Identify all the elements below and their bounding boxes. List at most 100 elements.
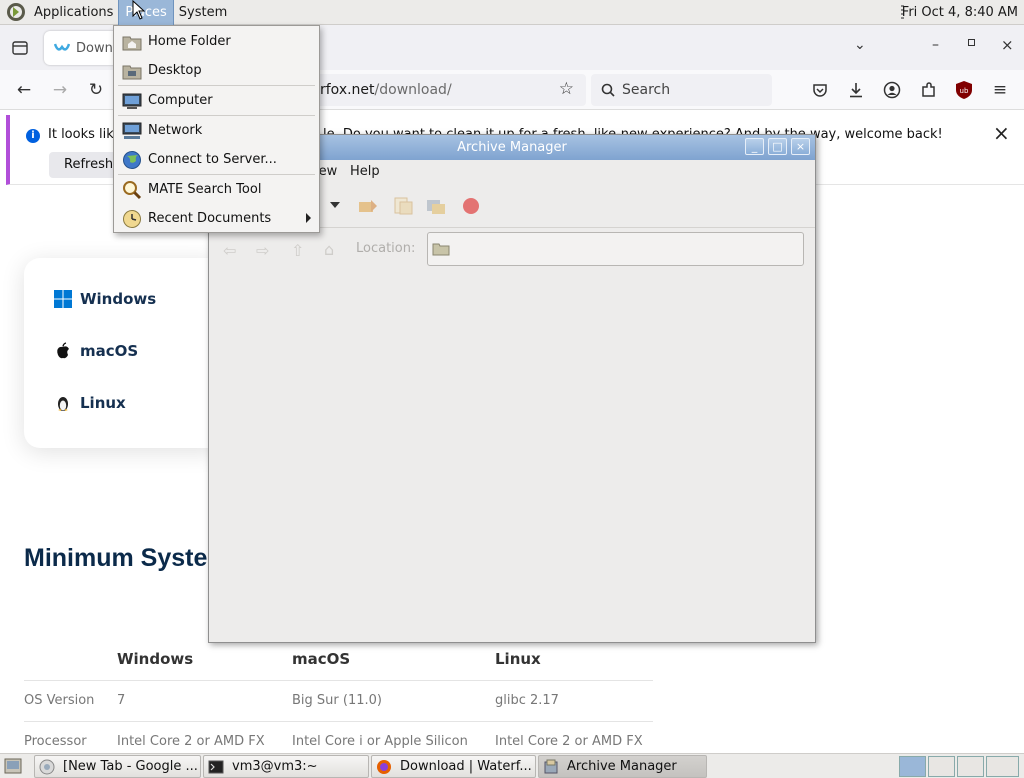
- desktop-folder-icon: [122, 65, 142, 79]
- task-new-tab-chrome[interactable]: [New Tab - Google ...: [34, 755, 201, 778]
- account-icon[interactable]: [883, 81, 901, 99]
- list-tabs-chevron-icon[interactable]: ⌄: [854, 37, 866, 53]
- menu-item-recent-documents[interactable]: Recent Documents: [114, 204, 319, 233]
- task-archive-manager[interactable]: Archive Manager: [538, 755, 707, 778]
- location-bar: ⇦ ⇨ ⇧ ⌂ Location:: [209, 228, 815, 270]
- menu-item-mate-search-tool[interactable]: MATE Search Tool: [114, 175, 319, 204]
- url-bar[interactable]: rfox.net/download/ ☆: [300, 74, 586, 106]
- close-notification-icon[interactable]: ×: [993, 121, 1010, 145]
- tux-logo-icon: [58, 397, 68, 411]
- menu-item-computer[interactable]: Computer: [114, 86, 319, 115]
- table-cell: Intel Core 2 or AMD FX: [117, 734, 265, 749]
- maximize-button[interactable]: [968, 39, 975, 46]
- mouse-cursor-icon: [132, 0, 146, 20]
- location-label: Location:: [356, 241, 416, 256]
- places-menu[interactable]: Places: [118, 0, 174, 26]
- waterfox-favicon-icon: [54, 43, 70, 51]
- section-title: Minimum Syste: [24, 544, 208, 572]
- hamburger-menu-icon[interactable]: ≡: [990, 80, 1010, 100]
- back-arrow-icon[interactable]: ⇦: [223, 241, 236, 260]
- reload-button[interactable]: ↻: [86, 80, 106, 100]
- svg-text:ub: ub: [960, 87, 969, 95]
- table-row-label: OS Version: [24, 693, 95, 708]
- am-minimize-button[interactable]: _: [745, 138, 764, 155]
- places-dropdown-menu: Home Folder Desktop Computer Network Con…: [113, 25, 320, 233]
- close-window-button[interactable]: ×: [1001, 36, 1014, 54]
- am-close-button[interactable]: ×: [791, 138, 810, 155]
- menu-help[interactable]: Help: [350, 164, 380, 179]
- table-cell: Big Sur (11.0): [292, 693, 382, 708]
- info-icon: i: [26, 129, 40, 143]
- globe-icon: [123, 150, 141, 169]
- menu-item-home-folder[interactable]: Home Folder: [114, 27, 319, 56]
- location-input[interactable]: [427, 232, 804, 266]
- forward-arrow-icon[interactable]: ⇨: [256, 241, 269, 260]
- clock-icon: [123, 209, 141, 228]
- table-header-linux: Linux: [495, 650, 541, 668]
- add-files-icon[interactable]: [392, 196, 414, 216]
- table-row-label: Processor: [24, 734, 87, 749]
- magnifier-icon: [123, 180, 142, 199]
- workspace-1[interactable]: [899, 756, 926, 777]
- archive-manager-icon: [544, 759, 558, 773]
- menu-item-desktop[interactable]: Desktop: [114, 56, 319, 85]
- applications-menu[interactable]: Applications: [28, 0, 119, 25]
- chrome-icon: [39, 759, 55, 774]
- extract-icon[interactable]: [357, 196, 379, 216]
- workspace-2[interactable]: [928, 756, 955, 777]
- up-arrow-icon[interactable]: ⇧: [291, 241, 304, 260]
- search-bar[interactable]: Search: [591, 74, 772, 106]
- minimize-button[interactable]: –: [932, 37, 939, 53]
- open-dropdown-arrow-icon[interactable]: [330, 202, 340, 208]
- firefox-icon: [377, 759, 391, 774]
- downloads-icon[interactable]: [847, 81, 865, 99]
- back-button[interactable]: ←: [14, 80, 34, 100]
- show-desktop-icon[interactable]: [4, 758, 22, 774]
- table-cell: Intel Core i or Apple Silicon: [292, 734, 468, 749]
- workspace-4[interactable]: [986, 756, 1019, 777]
- pocket-icon[interactable]: [811, 81, 829, 99]
- table-cell: 7: [117, 693, 126, 708]
- table-divider: [24, 721, 653, 722]
- add-folder-icon[interactable]: [425, 196, 447, 216]
- mate-logo-icon[interactable]: [6, 2, 26, 22]
- am-maximize-button[interactable]: □: [768, 138, 787, 155]
- apple-logo-icon: [57, 342, 69, 359]
- workspace-3[interactable]: [957, 756, 984, 777]
- task-terminal[interactable]: vm3@vm3:~: [203, 755, 369, 778]
- table-header-windows: Windows: [117, 650, 194, 668]
- window-title: Archive Manager: [457, 140, 567, 155]
- search-icon: [601, 83, 615, 97]
- top-panel: Applications Places System Fri Oct 4, 8:…: [0, 0, 1024, 26]
- folder-icon: [432, 243, 450, 256]
- system-menu[interactable]: System: [173, 0, 233, 25]
- menu-item-connect-to-server[interactable]: Connect to Server...: [114, 145, 319, 174]
- submenu-arrow-icon: [306, 213, 311, 223]
- clock[interactable]: Fri Oct 4, 8:40 AM: [902, 0, 1018, 25]
- search-placeholder: Search: [622, 82, 671, 98]
- forward-button[interactable]: →: [50, 80, 70, 100]
- terminal-icon: [208, 760, 224, 773]
- ublock-origin-icon[interactable]: ub: [955, 80, 973, 100]
- bottom-panel: [New Tab - Google ... vm3@vm3:~ Download…: [0, 753, 1024, 778]
- os-item-windows[interactable]: Windows: [54, 290, 156, 308]
- menu-item-network[interactable]: Network: [114, 116, 319, 145]
- table-cell: Intel Core 2 or AMD FX: [495, 734, 643, 749]
- stop-icon[interactable]: [460, 196, 482, 216]
- url-text: rfox.net/download/: [320, 82, 452, 98]
- os-item-linux[interactable]: Linux: [54, 394, 126, 412]
- home-icon[interactable]: ⌂: [324, 240, 334, 259]
- bookmark-star-icon[interactable]: ☆: [559, 79, 574, 99]
- notification-text: It looks like le. Do you want to clean i…: [48, 127, 943, 142]
- tab-overview-icon[interactable]: [11, 39, 29, 57]
- windows-logo-icon: [54, 290, 72, 308]
- computer-icon: [122, 93, 142, 109]
- network-icon: [122, 122, 142, 139]
- task-waterfox[interactable]: Download | Waterf...: [371, 755, 536, 778]
- table-cell: glibc 2.17: [495, 693, 559, 708]
- table-divider: [24, 680, 653, 681]
- os-item-macos[interactable]: macOS: [54, 342, 138, 360]
- extensions-icon[interactable]: [920, 81, 938, 99]
- table-header-macos: macOS: [292, 650, 351, 668]
- os-selector-card: Windows macOS Linux: [24, 258, 224, 448]
